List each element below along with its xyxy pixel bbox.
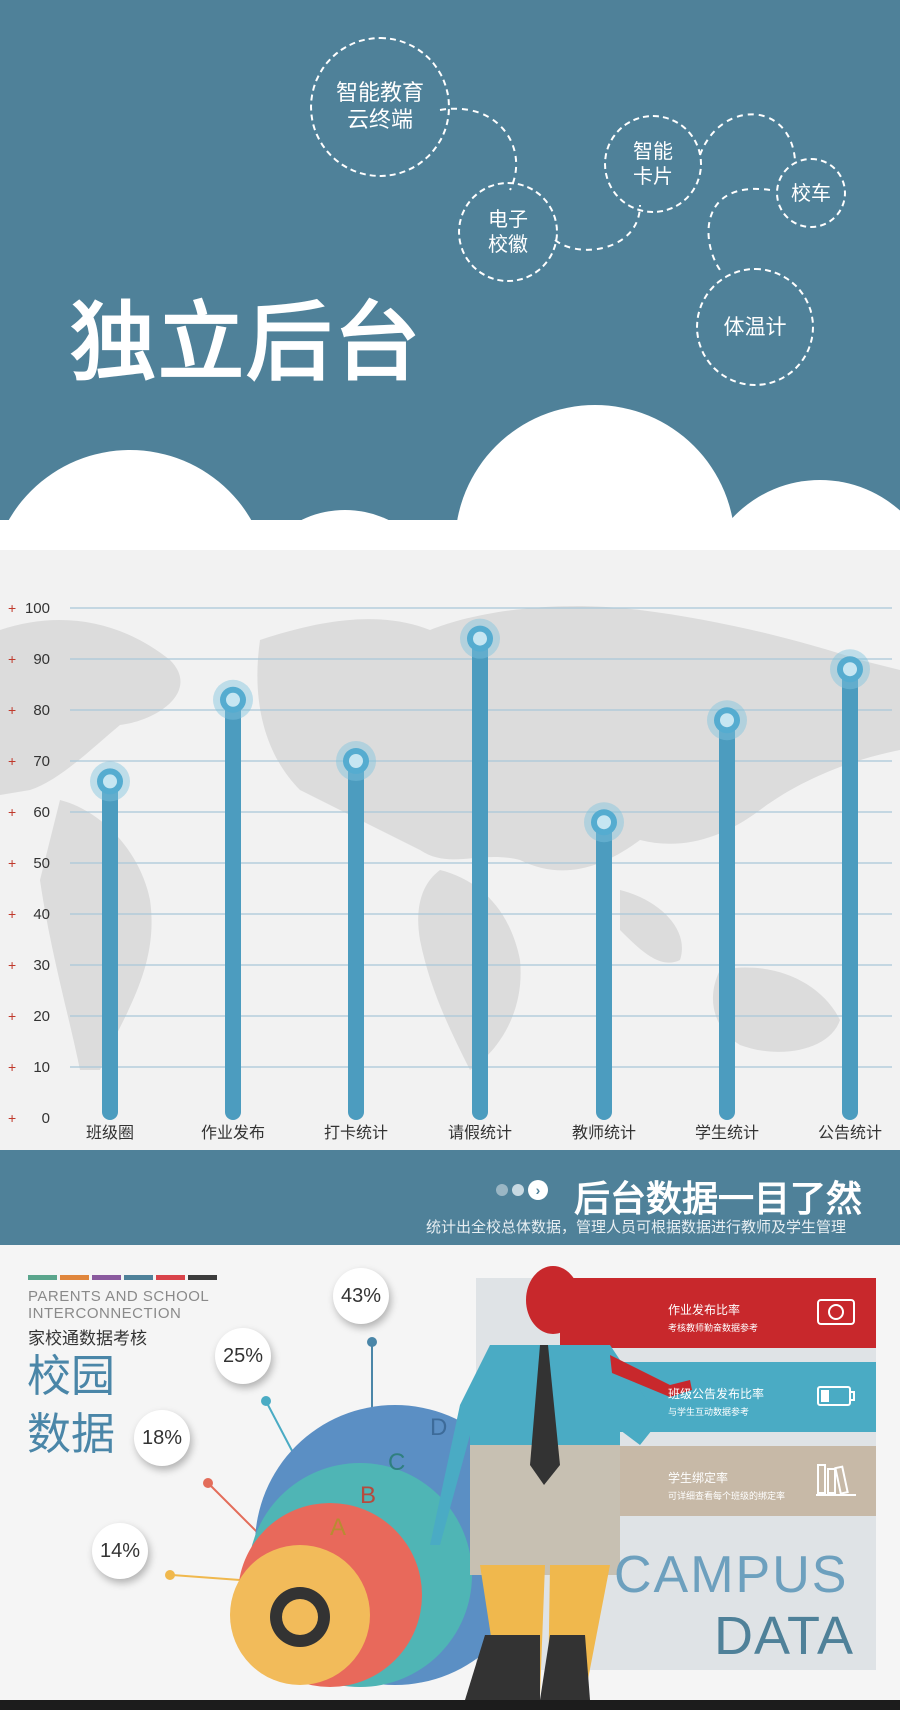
x-axis-label: 公告统计 [818, 1123, 882, 1142]
panel-notice-text: 班级公告发布比率 与学生互动数据参考 [668, 1385, 764, 1418]
bar-cap-inner [349, 754, 363, 768]
y-tick-label: 20 [33, 1008, 50, 1025]
x-axis-label: 班级圈 [86, 1123, 134, 1142]
y-tick-label: 50 [33, 855, 50, 872]
panel-homework-text: 作业发布比率 考核教师勤奋数据参考 [668, 1301, 758, 1334]
percentage-14: 14% [92, 1523, 148, 1579]
bar-0 [102, 781, 118, 1120]
y-tick-label: 10 [33, 1059, 50, 1076]
y-tick-prefix: + [8, 600, 16, 616]
circle-letter-c: C [388, 1449, 405, 1476]
connector-line [209, 1484, 261, 1536]
y-tick-label: 70 [33, 753, 50, 770]
panel-description: 与学生互动数据参考 [668, 1408, 750, 1418]
x-axis-label: 教师统计 [572, 1123, 636, 1142]
connector-line [171, 1574, 241, 1581]
banner-subtitle: 统计出全校总体数据，管理人员可根据数据进行教师及学生管理 [426, 1218, 847, 1236]
y-tick-label: 40 [33, 906, 50, 923]
bar-cap-inner [226, 692, 240, 707]
bullet-dots: › [496, 1180, 548, 1200]
bar-cap-inner [597, 815, 611, 830]
panel-description: 可详细查看每个班级的绑定率 [668, 1492, 786, 1502]
bottom-strip [0, 1700, 900, 1710]
y-tick-label: 60 [33, 804, 50, 821]
bar-4 [596, 822, 612, 1120]
campus-data-section: PARENTS AND SCHOOL INTERCONNECTION 家校通数据… [0, 1245, 900, 1710]
connector-dot [203, 1478, 213, 1488]
x-axis-label: 学生统计 [695, 1123, 759, 1142]
x-axis-labels: 班级圈 作业发布 打卡统计 请假统计 教师统计 学生统计 公告统计 [86, 1123, 882, 1142]
y-tick-label: 0 [42, 1110, 50, 1127]
world-map-background [0, 606, 900, 1070]
x-axis-label: 作业发布 [201, 1123, 265, 1142]
target-center [282, 1599, 318, 1635]
bar-2 [348, 761, 364, 1120]
y-tick-prefix: + [8, 1008, 16, 1024]
y-tick-prefix: + [8, 702, 16, 718]
y-tick-prefix: + [8, 804, 16, 820]
panel-binding-text: 学生绑定率 可详细查看每个班级的绑定率 [668, 1469, 785, 1502]
connector-dot [165, 1570, 175, 1580]
y-tick-label: 80 [33, 702, 50, 719]
panel-title: 作业发布比率 [668, 1303, 741, 1317]
percentage-18: 18% [134, 1410, 190, 1466]
banner-headline: 后台数据一目了然 [574, 1179, 863, 1220]
percentage-43: 43% [333, 1268, 389, 1324]
bar-cap-inner [720, 713, 734, 728]
panel-description: 考核教师勤奋数据参考 [668, 1324, 759, 1334]
bar-5 [719, 720, 735, 1120]
y-tick-label: 30 [33, 957, 50, 974]
bar-1 [225, 699, 241, 1120]
y-tick-label: 90 [33, 651, 50, 668]
panel-title: 班级公告发布比率 [668, 1387, 765, 1401]
bar-6 [842, 669, 858, 1120]
connector-dot [367, 1337, 377, 1347]
y-tick-prefix: + [8, 855, 16, 871]
connector-dot [261, 1396, 271, 1406]
bar-3 [472, 638, 488, 1120]
dot-icon [496, 1184, 508, 1196]
circle-letter-b: B [360, 1482, 376, 1509]
cloud-shape [0, 405, 900, 550]
y-tick-prefix: + [8, 1059, 16, 1075]
y-tick-prefix: + [8, 1110, 16, 1126]
percentage-25: 25% [215, 1328, 271, 1384]
data-overview-banner: › 后台数据一目了然 统计出全校总体数据，管理人员可根据数据进行教师及学生管理 [0, 1150, 900, 1245]
panel-title: 学生绑定率 [668, 1471, 729, 1485]
data-word: DATA [714, 1606, 855, 1666]
dot-icon [512, 1184, 524, 1196]
circle-letter-d: D [430, 1414, 447, 1441]
y-tick-prefix: + [8, 906, 16, 922]
statistics-chart-section: +0 +10 +20 +30 +40 +50 +60 +70 +80 +90 +100 班级圈 作业发… [0, 550, 900, 1150]
bar-cap-inner [843, 662, 857, 677]
circle-letter-a: A [330, 1514, 346, 1541]
y-tick-prefix: + [8, 957, 16, 973]
x-axis-label: 打卡统计 [324, 1123, 388, 1142]
bar-cap-inner [473, 631, 487, 646]
y-tick-prefix: + [8, 651, 16, 667]
x-axis-label: 请假统计 [448, 1123, 512, 1142]
campus-word: CAMPUS [614, 1546, 849, 1604]
arrow-right-icon: › [528, 1180, 548, 1200]
y-tick-label: 100 [25, 600, 50, 617]
y-tick-prefix: + [8, 753, 16, 769]
bar-cap-inner [103, 774, 117, 789]
hero-section: 智能教育 云终端 电子 校徽 智能 卡片 校车 体温计 独立后台 [0, 0, 900, 550]
statistics-bar-chart: +0 + 10 + 20 + 30 + 40 + 50 + 60 + 70 + 80 + 90 + 100 班级圈 作业发… [0, 600, 900, 1142]
